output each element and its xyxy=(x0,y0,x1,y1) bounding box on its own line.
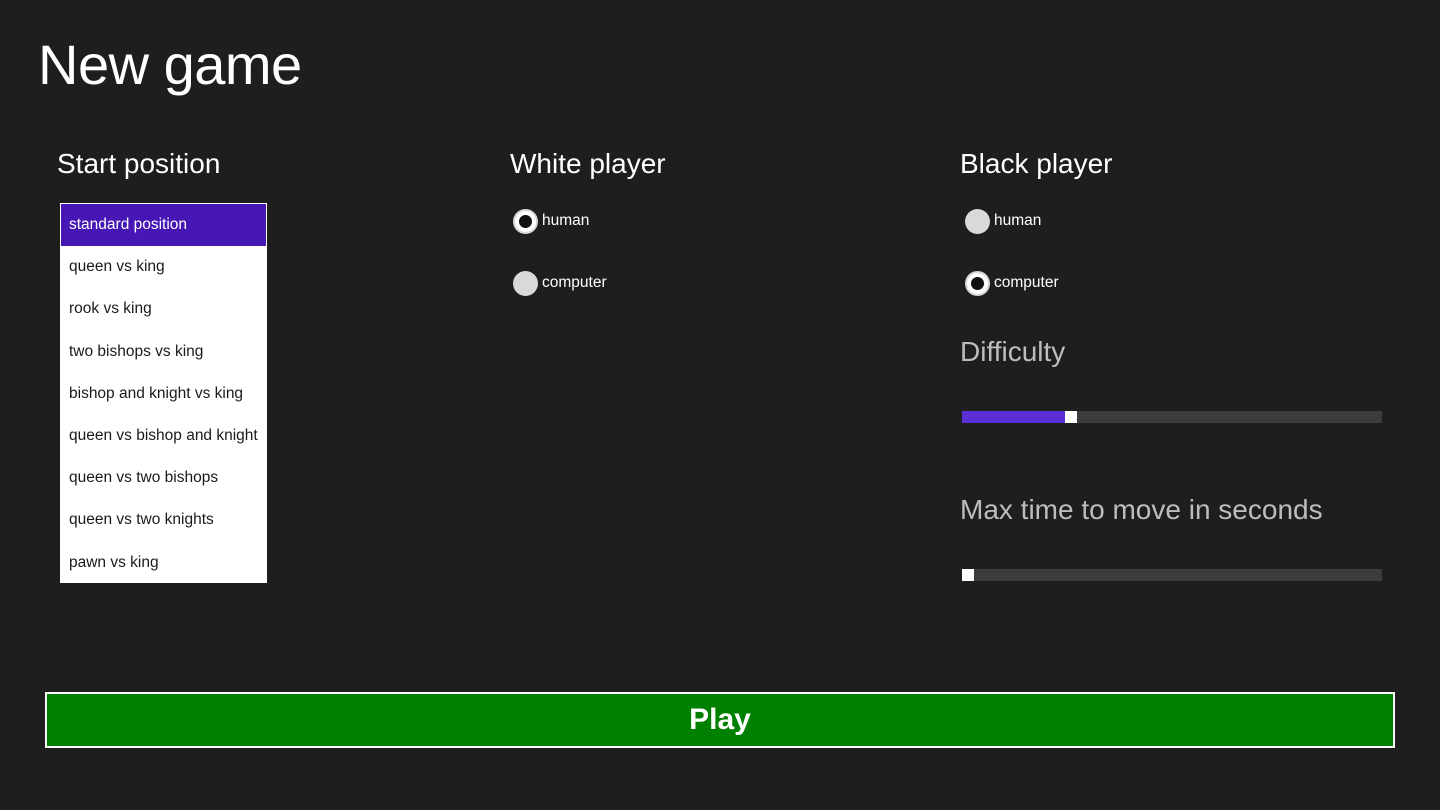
difficulty-slider-thumb[interactable] xyxy=(1065,411,1077,423)
new-game-page: New game Start position standard positio… xyxy=(0,0,1440,810)
list-item-rook-vs-king[interactable]: rook vs king xyxy=(61,288,266,330)
list-item-queen-vs-two-knights[interactable]: queen vs two knights xyxy=(61,499,266,541)
start-position-heading: Start position xyxy=(57,148,221,179)
play-button[interactable]: Play xyxy=(45,692,1395,748)
list-item-standard-position[interactable]: standard position xyxy=(61,204,266,247)
difficulty-slider[interactable] xyxy=(962,411,1382,423)
max-time-slider-thumb[interactable] xyxy=(962,569,974,581)
difficulty-label: Difficulty xyxy=(960,336,1066,367)
black-computer-radio[interactable]: computer xyxy=(965,269,1059,297)
list-item-queen-vs-king[interactable]: queen vs king xyxy=(61,246,266,288)
list-item-queen-vs-bishop-and-knight[interactable]: queen vs bishop and knight xyxy=(61,415,266,457)
black-player-heading: Black player xyxy=(960,148,1113,179)
black-human-radio[interactable]: human xyxy=(965,207,1041,235)
radio-dot-icon xyxy=(519,214,532,228)
max-time-slider[interactable] xyxy=(962,569,1382,581)
white-player-heading: White player xyxy=(510,148,666,179)
radio-checked-icon xyxy=(965,270,990,296)
radio-dot-icon xyxy=(971,276,984,290)
list-item-queen-vs-two-bishops[interactable]: queen vs two bishops xyxy=(61,457,266,499)
list-item-bishop-and-knight-vs-king[interactable]: bishop and knight vs king xyxy=(61,373,266,415)
start-position-list[interactable]: standard position queen vs king rook vs … xyxy=(60,203,267,583)
radio-unchecked-icon xyxy=(513,270,538,296)
white-human-radio[interactable]: human xyxy=(513,207,589,235)
max-time-label: Max time to move in seconds xyxy=(960,494,1323,525)
radio-unchecked-icon xyxy=(965,208,990,234)
white-computer-radio[interactable]: computer xyxy=(513,269,607,297)
radio-checked-icon xyxy=(513,208,538,234)
difficulty-slider-fill xyxy=(962,411,1071,423)
black-computer-label: computer xyxy=(994,274,1059,291)
list-item-two-bishops-vs-king[interactable]: two bishops vs king xyxy=(61,331,266,373)
white-human-label: human xyxy=(542,212,590,229)
white-computer-label: computer xyxy=(542,274,607,291)
page-title: New game xyxy=(38,33,302,96)
list-item-pawn-vs-king[interactable]: pawn vs king xyxy=(61,542,266,583)
black-human-label: human xyxy=(994,212,1042,229)
